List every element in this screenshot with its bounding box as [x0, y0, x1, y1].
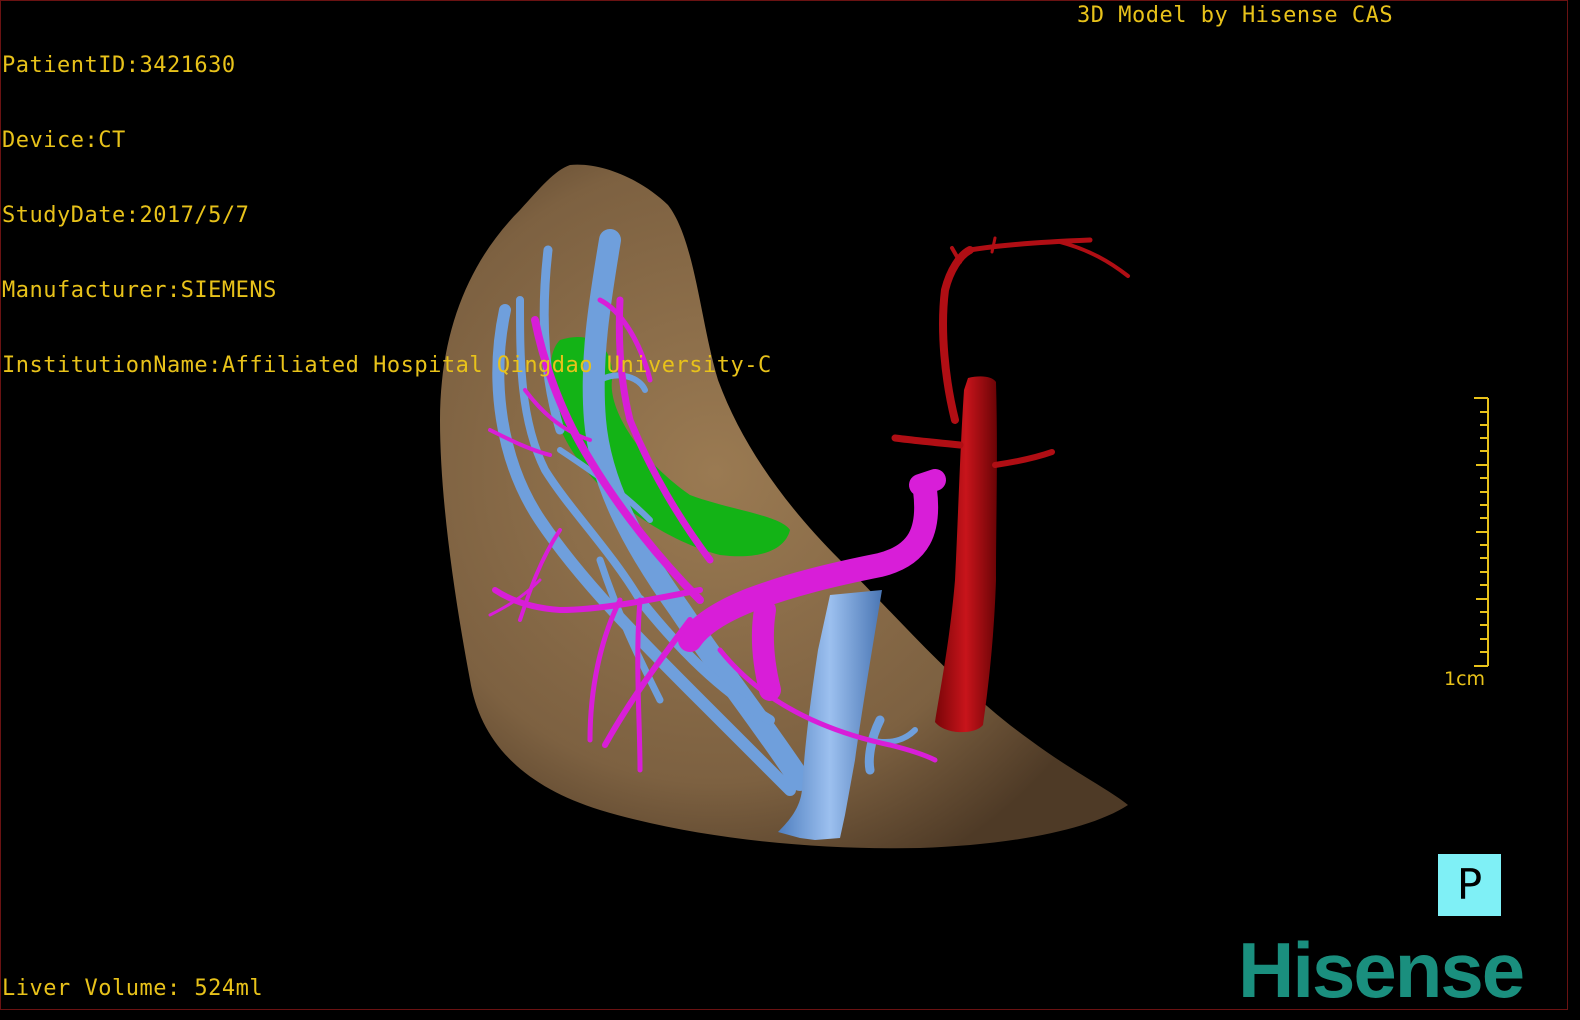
scale-bar: [1474, 397, 1489, 667]
liver-volume: Liver Volume: 524ml: [2, 976, 264, 1001]
institution-name: InstitutionName:Affiliated Hospital Qing…: [2, 353, 772, 378]
patient-id: PatientID:3421630: [2, 53, 236, 78]
device: Device:CT: [2, 128, 126, 153]
model-credit: 3D Model by Hisense CAS: [1077, 3, 1394, 28]
manufacturer: Manufacturer:SIEMENS: [2, 278, 277, 303]
patient-info-panel: PatientID:3421630 Device:CT StudyDate:20…: [2, 3, 772, 403]
scale-bar-label: 1cm: [1444, 668, 1486, 690]
hisense-logo: Hisense: [1238, 926, 1525, 1014]
study-date: StudyDate:2017/5/7: [2, 203, 250, 228]
orientation-marker[interactable]: P: [1438, 854, 1501, 916]
